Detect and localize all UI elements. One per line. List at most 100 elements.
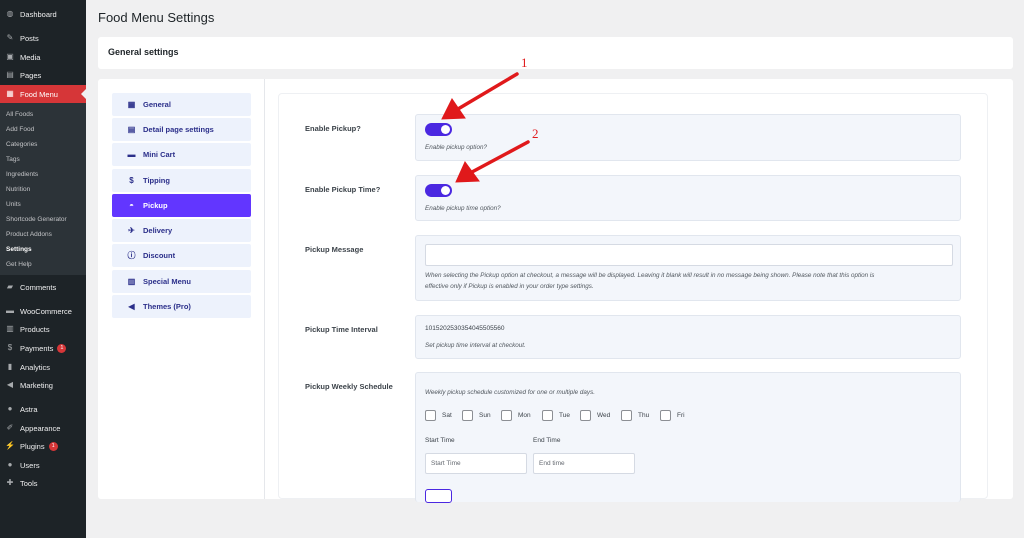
submenu-item-add-food[interactable]: Add Food xyxy=(6,126,34,133)
appearance-icon: ✐ xyxy=(6,423,14,432)
plane-icon: ✈ xyxy=(128,226,135,235)
pickup-time-interval-field: 1015202530354045505560 Set pickup time i… xyxy=(415,315,961,359)
toggle-knob xyxy=(441,186,450,195)
comments-icon: ▰ xyxy=(6,282,14,291)
payments-badge: 1 xyxy=(57,343,67,353)
sidebar-item-comments[interactable]: ▰ Comments xyxy=(0,278,86,296)
checkbox[interactable] xyxy=(462,410,473,421)
weekly-schedule-help: Weekly pickup schedule customized for on… xyxy=(425,389,595,396)
sidebar-item-woocommerce[interactable]: ▬ WooCommerce xyxy=(0,302,86,320)
submenu-item-product-addons[interactable]: Product Addons xyxy=(6,231,52,238)
section-title: General settings xyxy=(108,47,179,57)
users-icon: ● xyxy=(7,460,13,469)
pickup-weekly-schedule-label: Pickup Weekly Schedule xyxy=(305,382,393,391)
info-icon: ⓘ xyxy=(127,251,136,260)
submenu-item-ingredients[interactable]: Ingredients xyxy=(6,171,38,178)
sidebar-item-food-menu[interactable]: ▦ Food Menu xyxy=(0,85,86,103)
sidebar-item-plugins[interactable]: ⚡ Plugins 1 xyxy=(0,437,86,455)
add-schedule-button[interactable] xyxy=(425,489,452,503)
sidebar-item-media[interactable]: ▣ Media xyxy=(0,48,86,66)
dollar-icon: $ xyxy=(129,176,134,185)
menu-table-icon: ▥ xyxy=(127,277,136,286)
submenu-item-shortcode-generator[interactable]: Shortcode Generator xyxy=(6,216,67,223)
tab-pickup[interactable]: ◓ Pickup xyxy=(112,194,251,217)
products-icon: ▥ xyxy=(6,324,14,333)
megaphone-icon: ◀ xyxy=(128,302,135,311)
submenu-item-tags[interactable]: Tags xyxy=(6,156,20,163)
submenu-item-nutrition[interactable]: Nutrition xyxy=(6,186,30,193)
day-checkbox-tue[interactable]: Tue xyxy=(542,410,570,421)
sidebar-item-dashboard[interactable]: ◍ Dashboard xyxy=(0,5,86,23)
astra-icon: ● xyxy=(7,404,13,413)
start-time-label: Start Time xyxy=(425,437,455,444)
pickup-message-input[interactable] xyxy=(425,244,953,266)
pages-icon: ▤ xyxy=(6,70,14,79)
pickup-time-interval-help: Set pickup time interval at checkout. xyxy=(425,342,526,349)
marketing-icon: ◀ xyxy=(6,380,14,389)
pickup-weekly-schedule-field: Weekly pickup schedule customized for on… xyxy=(415,372,961,503)
plugins-badge: 1 xyxy=(48,441,58,451)
tab-divider xyxy=(264,79,265,499)
sidebar-item-products[interactable]: ▥ Products xyxy=(0,320,86,338)
sidebar-item-analytics[interactable]: ▮ Analytics xyxy=(0,358,86,376)
annotation-marker-2: 2 xyxy=(532,126,539,141)
grid-icon: ▦ xyxy=(127,100,136,109)
end-time-input[interactable]: End time xyxy=(533,453,635,474)
car-icon: ◓ xyxy=(129,201,134,210)
pickup-message-help: When selecting the Pickup option at chec… xyxy=(425,272,875,290)
start-time-input[interactable]: Start Time xyxy=(425,453,527,474)
sidebar-item-appearance[interactable]: ✐ Appearance xyxy=(0,419,86,437)
day-checkbox-mon[interactable]: Mon xyxy=(501,410,531,421)
document-icon: ▤ xyxy=(127,125,136,134)
day-checkbox-wed[interactable]: Wed xyxy=(580,410,610,421)
food-menu-submenu: All Foods Add Food Categories Tags Ingre… xyxy=(0,103,86,275)
pickup-time-interval-value[interactable]: 1015202530354045505560 xyxy=(425,325,505,332)
enable-pickup-label: Enable Pickup? xyxy=(305,124,361,133)
tab-delivery[interactable]: ✈ Delivery xyxy=(112,219,251,242)
pickup-message-label: Pickup Message xyxy=(305,245,364,254)
checkbox[interactable] xyxy=(580,410,591,421)
checkbox[interactable] xyxy=(425,410,436,421)
checkbox[interactable] xyxy=(660,410,671,421)
enable-pickup-time-toggle[interactable] xyxy=(425,184,452,197)
enable-pickup-time-help: Enable pickup time option? xyxy=(425,205,501,212)
submenu-item-get-help[interactable]: Get Help xyxy=(6,261,32,268)
section-header: General settings xyxy=(98,37,1013,69)
submenu-item-settings[interactable]: Settings xyxy=(6,246,32,253)
enable-pickup-toggle[interactable] xyxy=(425,123,452,136)
admin-sidebar: ◍ Dashboard ✎ Posts ▣ Media ▤ Pages ▦ Food Me… xyxy=(0,0,86,538)
payments-icon: $ xyxy=(7,343,13,352)
page-title: Food Menu Settings xyxy=(98,10,215,25)
checkbox[interactable] xyxy=(542,410,553,421)
tab-detail-page-settings[interactable]: ▤ Detail page settings xyxy=(112,118,251,141)
day-checkbox-thu[interactable]: Thu xyxy=(621,410,649,421)
tab-mini-cart[interactable]: ▬ Mini Cart xyxy=(112,143,251,166)
pin-icon: ✎ xyxy=(6,33,14,42)
sidebar-item-marketing[interactable]: ◀ Marketing xyxy=(0,376,86,394)
tab-tipping[interactable]: $ Tipping xyxy=(112,169,251,192)
day-checkbox-sun[interactable]: Sun xyxy=(462,410,491,421)
pickup-time-interval-label: Pickup Time Interval xyxy=(305,325,378,334)
sidebar-item-users[interactable]: ● Users xyxy=(0,456,86,474)
sidebar-item-pages[interactable]: ▤ Pages xyxy=(0,66,86,84)
sidebar-item-payments[interactable]: $ Payments 1 xyxy=(0,339,86,357)
end-time-label: End Time xyxy=(533,437,561,444)
sidebar-item-tools[interactable]: ✚ Tools xyxy=(0,474,86,492)
tab-special-menu[interactable]: ▥ Special Menu xyxy=(112,270,251,293)
tab-discount[interactable]: ⓘ Discount xyxy=(112,244,251,267)
checkbox[interactable] xyxy=(621,410,632,421)
sidebar-item-astra[interactable]: ● Astra xyxy=(0,400,86,418)
sidebar-item-posts[interactable]: ✎ Posts xyxy=(0,29,86,47)
submenu-item-categories[interactable]: Categories xyxy=(6,141,37,148)
toggle-knob xyxy=(441,125,450,134)
submenu-item-units[interactable]: Units xyxy=(6,201,21,208)
dashboard-icon: ◍ xyxy=(6,9,14,18)
checkbox[interactable] xyxy=(501,410,512,421)
analytics-icon: ▮ xyxy=(7,362,13,371)
submenu-item-all-foods[interactable]: All Foods xyxy=(6,111,33,118)
day-checkbox-fri[interactable]: Fri xyxy=(660,410,685,421)
plugins-icon: ⚡ xyxy=(5,441,15,450)
tab-themes-pro[interactable]: ◀ Themes (Pro) xyxy=(112,295,251,318)
day-checkbox-sat[interactable]: Sat xyxy=(425,410,452,421)
tab-general[interactable]: ▦ General xyxy=(112,93,251,116)
